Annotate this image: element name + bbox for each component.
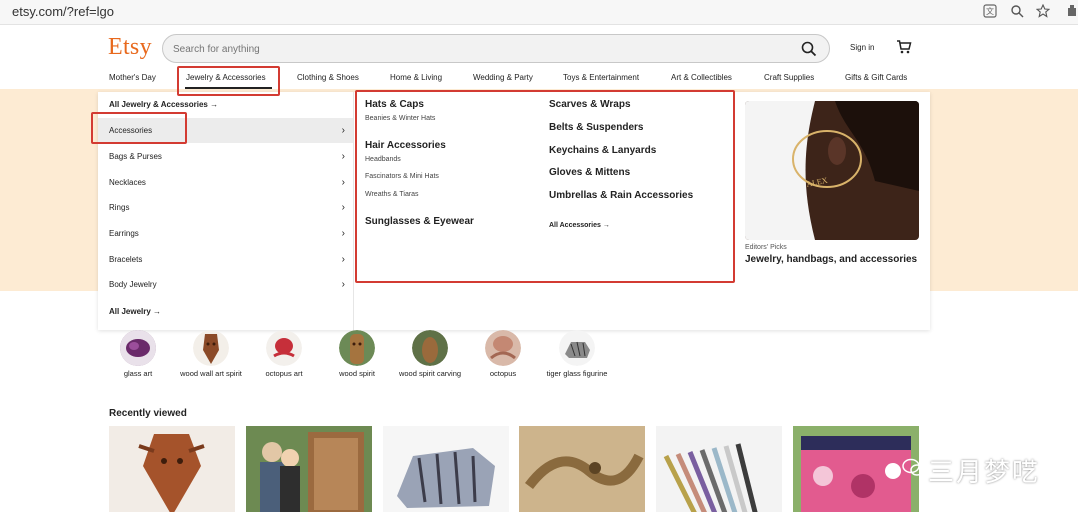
recent-item-wood-portrait[interactable] (246, 426, 372, 512)
menu-item-label: Necklaces (109, 178, 146, 187)
cat-toys-entertainment[interactable]: Toys & Entertainment (563, 73, 639, 82)
circle-wood-spirit-carving[interactable] (412, 330, 448, 366)
search-input[interactable] (173, 40, 773, 58)
circle-glass-art[interactable] (120, 330, 156, 366)
all-jewelry-link[interactable]: All Jewelry → (109, 307, 161, 316)
chevron-right-icon: › (341, 228, 345, 239)
cart-icon[interactable] (896, 40, 912, 54)
menu-item-label: Bags & Purses (109, 152, 162, 161)
chevron-right-icon: › (341, 202, 345, 213)
zoom-icon[interactable] (1009, 4, 1025, 20)
highlight-box-jewelry-tab (177, 66, 280, 96)
circle-label[interactable]: octopus (468, 369, 538, 379)
circle-wood-wall-art-spirit[interactable] (193, 330, 229, 366)
circle-label[interactable]: wood spirit carving (395, 369, 465, 379)
highlight-box-subcategories (355, 90, 735, 283)
chevron-right-icon: › (341, 125, 345, 136)
menu-item-necklaces[interactable]: Necklaces › (98, 170, 353, 195)
circle-label[interactable]: tiger glass figurine (542, 369, 612, 379)
cat-home-living[interactable]: Home & Living (390, 73, 442, 82)
recent-item-driftwood[interactable] (519, 426, 645, 512)
svg-text:文: 文 (986, 6, 994, 16)
menu-item-bags-purses[interactable]: Bags & Purses › (98, 144, 353, 169)
promo-caption: Editors' Picks (745, 244, 787, 251)
circle-octopus[interactable] (485, 330, 521, 366)
circle-label[interactable]: wood spirit (322, 369, 392, 379)
editors-picks-image[interactable]: ALEX (745, 101, 919, 240)
recently-viewed-heading: Recently viewed (109, 408, 187, 419)
address-bar[interactable]: etsy.com/?ref=lgo (12, 4, 114, 19)
search-icon[interactable] (801, 41, 817, 57)
menu-item-label: Bracelets (109, 255, 143, 264)
cat-wedding-party[interactable]: Wedding & Party (473, 73, 533, 82)
watermark-text: 三月梦呓 (928, 457, 1041, 487)
menu-item-label: Rings (109, 203, 130, 212)
cat-craft-supplies[interactable]: Craft Supplies (764, 73, 814, 82)
search-bar[interactable] (162, 34, 830, 63)
recent-item-metal-straws[interactable] (656, 426, 782, 512)
sign-in-link[interactable]: Sign in (850, 43, 874, 52)
circle-wood-spirit[interactable] (339, 330, 375, 366)
menu-item-label: Body Jewelry (109, 280, 157, 289)
cat-mothers-day[interactable]: Mother's Day (109, 73, 156, 82)
menu-item-bracelets[interactable]: Bracelets › (98, 247, 353, 272)
cat-art-collectibles[interactable]: Art & Collectibles (671, 73, 732, 82)
recent-item-wood-spirit[interactable] (109, 426, 235, 512)
chevron-right-icon: › (341, 151, 345, 162)
recent-item-tiger-figurine[interactable] (383, 426, 509, 512)
circle-label[interactable]: octopus art (249, 369, 319, 379)
menu-item-rings[interactable]: Rings › (98, 195, 353, 220)
recent-item-embroidered-pouch[interactable] (793, 426, 919, 512)
menu-item-earrings[interactable]: Earrings › (98, 221, 353, 246)
translate-icon[interactable]: 文 (982, 4, 998, 20)
chevron-right-icon: › (341, 279, 345, 290)
menu-item-body-jewelry[interactable]: Body Jewelry › (98, 272, 353, 297)
chevron-right-icon: › (341, 254, 345, 265)
extension-icon[interactable] (1064, 4, 1078, 20)
circle-octopus-art[interactable] (266, 330, 302, 366)
cat-clothing-shoes[interactable]: Clothing & Shoes (297, 73, 359, 82)
menu-divider (353, 92, 354, 330)
chevron-right-icon: › (341, 177, 345, 188)
browser-toolbar (0, 0, 1078, 25)
menu-item-label: Earrings (109, 229, 139, 238)
cat-gifts-gift-cards[interactable]: Gifts & Gift Cards (845, 73, 907, 82)
etsy-logo[interactable]: Etsy (108, 34, 152, 61)
promo-title[interactable]: Jewelry, handbags, and accessories (745, 254, 917, 265)
circle-tiger-glass-figurine[interactable] (559, 330, 595, 366)
circle-label[interactable]: wood wall art spirit (176, 369, 246, 379)
highlight-box-accessories (91, 112, 187, 144)
bookmark-star-icon[interactable] (1035, 3, 1051, 20)
wechat-icon (902, 458, 924, 478)
circle-label[interactable]: glass art (103, 369, 173, 379)
all-jewelry-accessories-link[interactable]: All Jewelry & Accessories → (109, 100, 218, 109)
